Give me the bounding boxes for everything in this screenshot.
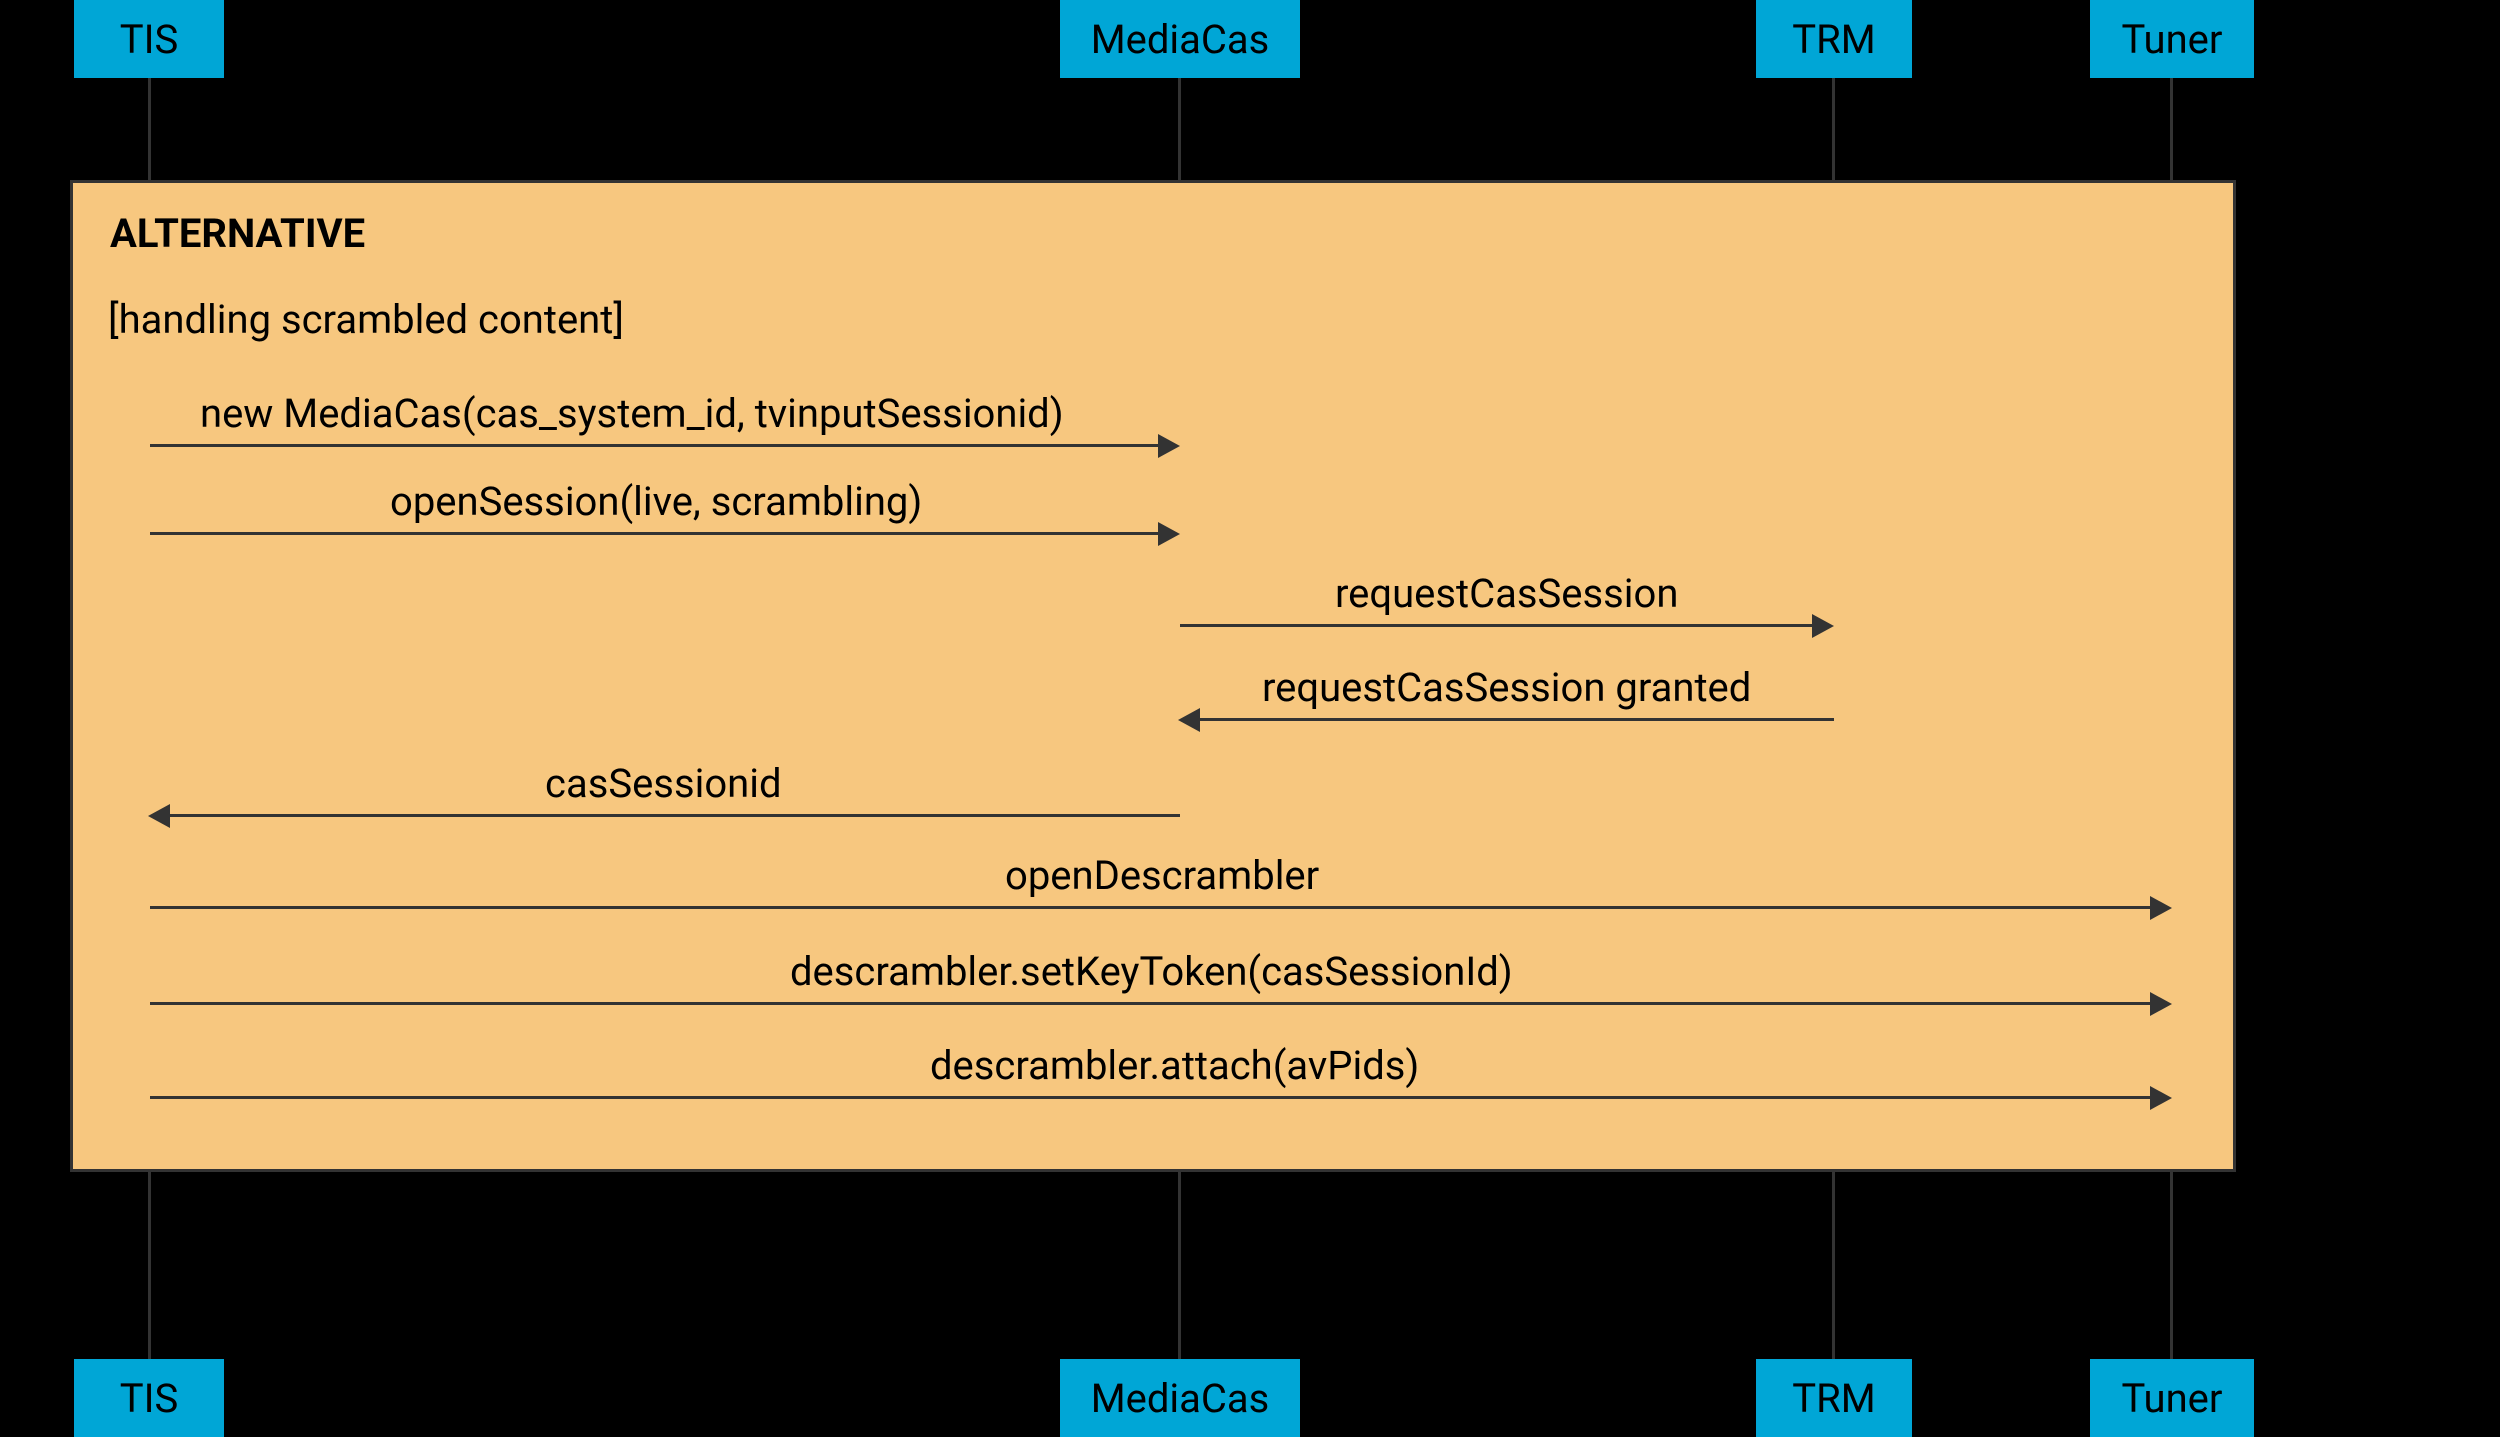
arrow-open-descrambler (150, 906, 2152, 909)
arrowhead-request-cas-session-granted (1178, 708, 1200, 732)
arrow-open-session (150, 532, 1160, 535)
arrow-request-cas-session (1180, 624, 1814, 627)
arrowhead-open-session (1158, 522, 1180, 546)
arrow-cas-session-id (168, 814, 1180, 817)
arrowhead-request-cas-session (1812, 614, 1834, 638)
arrowhead-new-mediacas (1158, 434, 1180, 458)
arrow-set-key-token (150, 1002, 2152, 1005)
msg-descrambler-attach: descrambler.attach(avPids) (930, 1042, 1419, 1089)
arrow-new-mediacas (150, 444, 1160, 447)
msg-open-session: openSession(live, scrambling) (390, 478, 922, 525)
participant-mediacas-top: MediaCas (1060, 0, 1300, 78)
participant-tis-top: TIS (74, 0, 224, 78)
msg-cas-session-id: casSessionid (545, 760, 782, 807)
arrowhead-set-key-token (2150, 992, 2172, 1016)
arrowhead-descrambler-attach (2150, 1086, 2172, 1110)
participant-tuner-top: Tuner (2090, 0, 2254, 78)
arrow-descrambler-attach (150, 1096, 2152, 1099)
msg-new-mediacas: new MediaCas(cas_system_id, tvinputSessi… (200, 390, 1064, 437)
participant-mediacas-bottom: MediaCas (1060, 1359, 1300, 1437)
alt-fragment-label: ALTERNATIVE (110, 210, 365, 257)
alt-guard-label: [handling scrambled content] (108, 296, 624, 343)
msg-open-descrambler: openDescrambler (1005, 852, 1319, 899)
participant-trm-bottom: TRM (1756, 1359, 1912, 1437)
msg-request-cas-session: requestCasSession (1335, 570, 1678, 617)
participant-tuner-bottom: Tuner (2090, 1359, 2254, 1437)
arrowhead-open-descrambler (2150, 896, 2172, 920)
msg-set-key-token: descrambler.setKeyToken(casSessionId) (790, 948, 1513, 995)
msg-request-cas-session-granted: requestCasSession granted (1262, 664, 1751, 711)
arrow-request-cas-session-granted (1198, 718, 1834, 721)
arrowhead-cas-session-id (148, 804, 170, 828)
participant-trm-top: TRM (1756, 0, 1912, 78)
participant-tis-bottom: TIS (74, 1359, 224, 1437)
